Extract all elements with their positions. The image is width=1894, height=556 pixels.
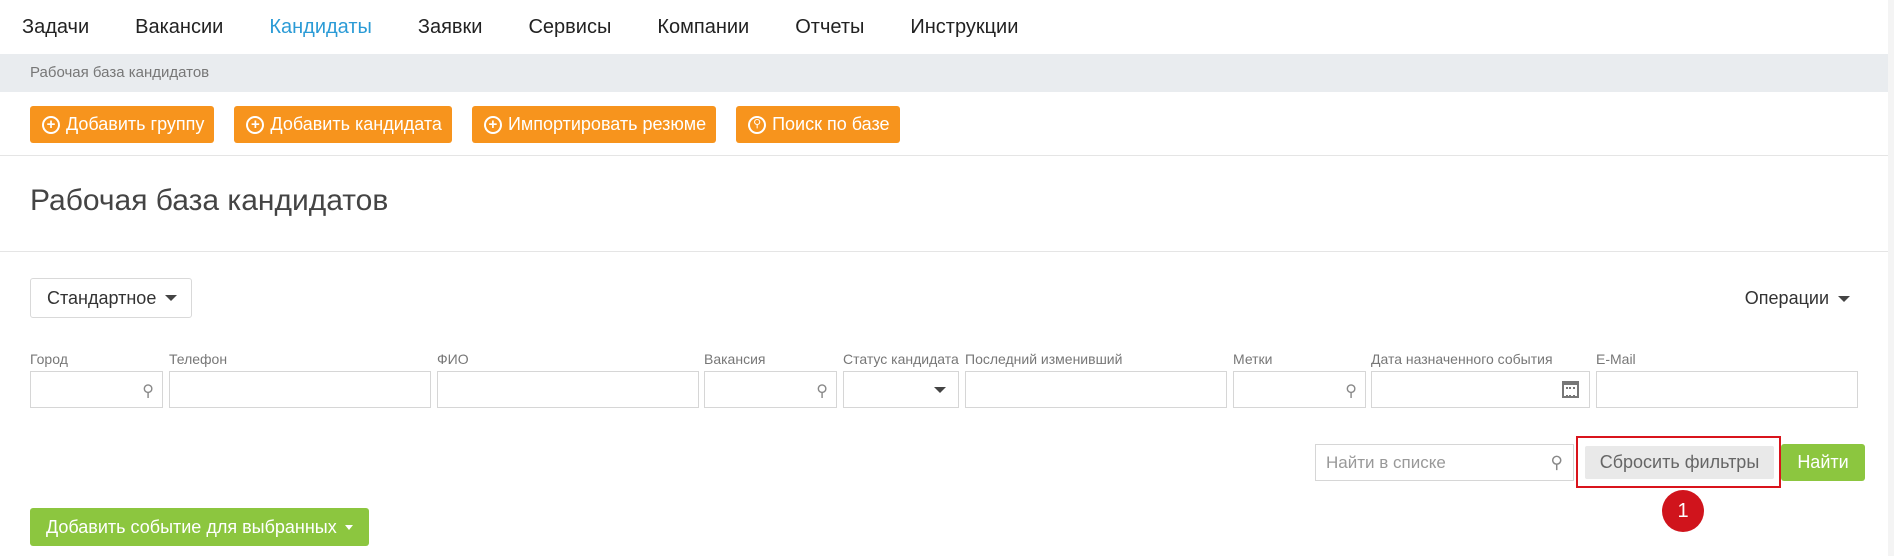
filter-phone: Телефон — [169, 351, 431, 408]
vacancy-input[interactable]: ⚲ — [704, 371, 837, 408]
filter-email: E-Mail — [1596, 351, 1858, 408]
plus-circle-icon: + — [483, 115, 502, 134]
filter-phone-label: Телефон — [169, 351, 228, 367]
filter-tags: Метки ⚲ — [1233, 351, 1366, 408]
nav-item-companies[interactable]: Компании — [657, 16, 749, 39]
filter-tags-label: Метки — [1233, 351, 1273, 367]
import-resume-button[interactable]: + Импортировать резюме — [471, 106, 717, 143]
filter-event-date-label: Дата назначенного события — [1371, 351, 1553, 367]
add-group-label: Добавить группу — [66, 114, 205, 134]
filter-email-label: E-Mail — [1596, 351, 1636, 367]
search-icon: ⚲ — [816, 383, 828, 400]
search-icon: ⚲ — [1550, 453, 1563, 472]
add-event-button[interactable]: Добавить событие для выбранных — [30, 508, 369, 546]
filter-last-modified-label: Последний изменивший — [965, 351, 1123, 367]
filter-vacancy: Вакансия ⚲ — [704, 351, 837, 408]
caret-down-icon — [165, 295, 178, 301]
search-base-button[interactable]: ⚲ Поиск по базе — [736, 106, 900, 143]
last-modified-input[interactable] — [965, 371, 1227, 408]
filter-city: Город ⚲ — [30, 351, 163, 408]
plus-circle-icon: + — [246, 115, 265, 134]
add-candidate-label: Добавить кандидата — [270, 114, 442, 134]
scrollbar[interactable] — [1888, 0, 1894, 556]
list-search-field: ⚲ — [1315, 444, 1574, 481]
filter-city-label: Город — [30, 351, 68, 367]
filter-fio-label: ФИО — [437, 351, 469, 367]
import-resume-label: Импортировать резюме — [507, 114, 707, 134]
filter-last-modified: Последний изменивший — [965, 351, 1227, 408]
status-select[interactable] — [843, 371, 959, 408]
page-title: Рабочая база кандидатов — [30, 184, 389, 217]
event-date-input[interactable] — [1371, 371, 1590, 408]
list-search-input[interactable] — [1316, 445, 1526, 480]
nav-item-requests[interactable]: Заявки — [418, 16, 483, 39]
view-select-dropdown[interactable]: Стандартное — [30, 278, 192, 318]
search-icon: ⚲ — [1345, 383, 1357, 400]
plus-circle-icon: + — [42, 115, 60, 134]
search-icon: ⚲ — [142, 383, 154, 400]
step-marker: 1 — [1662, 490, 1704, 532]
highlight-frame — [1576, 436, 1781, 488]
search-circle-icon: ⚲ — [748, 115, 767, 134]
calendar-icon[interactable] — [1562, 381, 1579, 398]
filter-fio: ФИО — [437, 351, 699, 408]
operations-dropdown[interactable]: Операции — [1745, 288, 1850, 309]
breadcrumb-current[interactable]: Рабочая база кандидатов — [30, 64, 209, 81]
fio-input[interactable] — [437, 371, 699, 408]
phone-input[interactable] — [169, 371, 431, 408]
city-input[interactable]: ⚲ — [30, 371, 163, 408]
caret-down-icon — [1838, 295, 1850, 302]
breadcrumb: Рабочая база кандидатов — [0, 54, 1894, 92]
filter-event-date: Дата назначенного события — [1371, 351, 1590, 408]
nav-item-tasks[interactable]: Задачи — [22, 16, 89, 39]
add-event-label: Добавить событие для выбранных — [46, 516, 337, 537]
action-toolbar: + Добавить группу + Добавить кандидата +… — [30, 106, 920, 143]
divider — [0, 251, 1894, 252]
operations-label: Операции — [1744, 288, 1829, 308]
filter-status: Статус кандидата — [843, 351, 959, 408]
top-navigation: Задачи Вакансии Кандидаты Заявки Сервисы… — [0, 0, 1894, 54]
search-base-label: Поиск по базе — [772, 114, 890, 134]
nav-item-instructions[interactable]: Инструкции — [910, 16, 1018, 39]
divider — [0, 155, 1894, 156]
find-button[interactable]: Найти — [1781, 444, 1865, 481]
email-input[interactable] — [1596, 371, 1858, 408]
filter-vacancy-label: Вакансия — [704, 351, 766, 367]
caret-down-icon — [344, 524, 353, 530]
caret-down-icon — [934, 387, 946, 393]
filter-status-label: Статус кандидата — [843, 351, 959, 367]
tags-input[interactable]: ⚲ — [1233, 371, 1366, 408]
nav-item-reports[interactable]: Отчеты — [795, 16, 864, 39]
view-select-value: Стандартное — [47, 287, 157, 308]
add-candidate-button[interactable]: + Добавить кандидата — [234, 106, 452, 143]
nav-item-vacancies[interactable]: Вакансии — [135, 16, 223, 39]
add-group-button[interactable]: + Добавить группу — [30, 106, 215, 143]
nav-item-services[interactable]: Сервисы — [528, 16, 611, 39]
nav-item-candidates[interactable]: Кандидаты — [269, 16, 372, 39]
